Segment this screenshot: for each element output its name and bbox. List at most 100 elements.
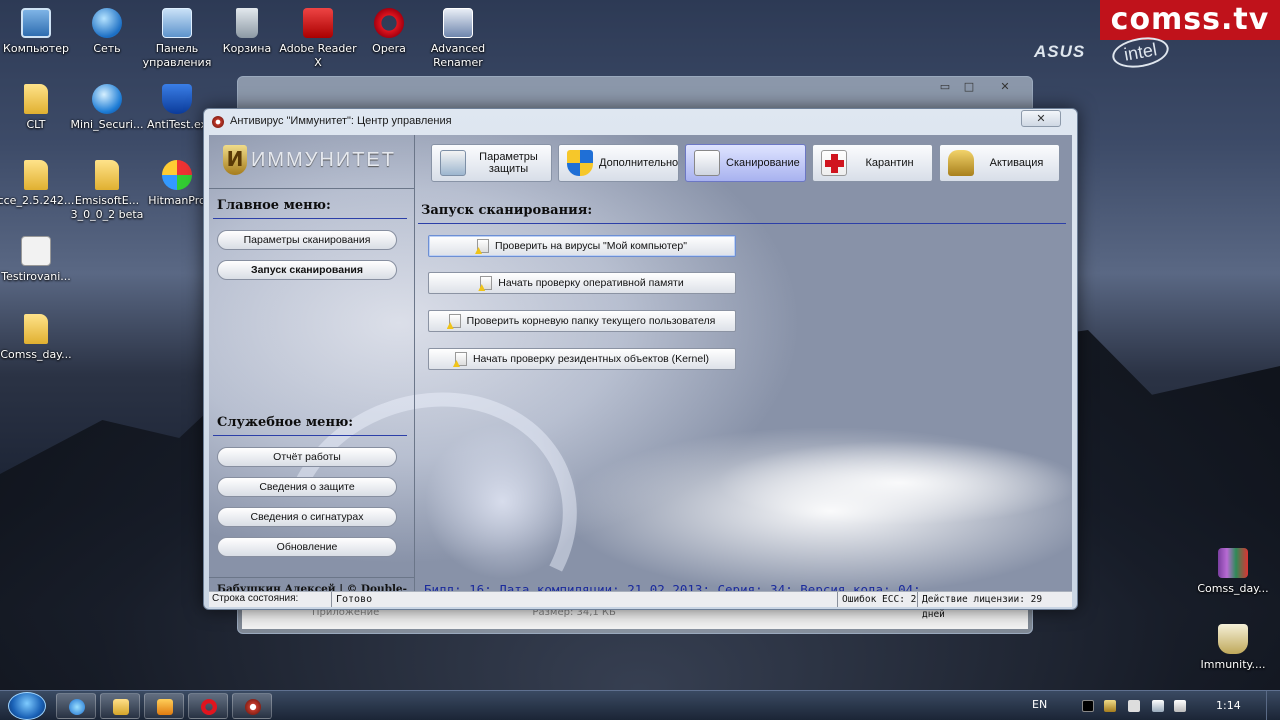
scan-icon <box>694 150 720 176</box>
scan-user-folder-button[interactable]: Проверить корневую папку текущего пользо… <box>428 310 736 332</box>
desktop-icon-clt[interactable]: CLT <box>0 84 76 132</box>
app-icon <box>212 116 224 128</box>
menu-item-scan-settings[interactable]: Параметры сканирования <box>217 230 397 250</box>
tab-activation[interactable]: Активация <box>939 144 1060 182</box>
show-desktop-button[interactable] <box>1266 691 1280 720</box>
ecc-errors: Ошибок ЕСС: 2 <box>837 592 920 607</box>
immunity-control-center-window[interactable]: Антивирус "Иммунитет": Центр управления … <box>203 108 1078 620</box>
shield-icon <box>162 84 192 114</box>
desktop-icon-recycle-bin[interactable]: Корзина <box>207 8 287 56</box>
menu-item-update[interactable]: Обновление <box>217 537 397 557</box>
media-player-icon <box>157 699 173 715</box>
status-bar: Строка состояния: Готово Ошибок ЕСС: 2 Д… <box>209 591 1072 620</box>
tray-black-square-icon[interactable] <box>1082 700 1094 712</box>
network-icon[interactable] <box>1152 700 1164 712</box>
clock[interactable]: 1:14 <box>1216 699 1241 712</box>
content-heading: Запуск сканирования: <box>421 203 593 218</box>
desktop-icon-label: Сеть <box>93 42 121 55</box>
desktop-icon-cce[interactable]: cce_2.5.242... <box>0 160 76 208</box>
folder-icon <box>24 160 48 190</box>
globe-icon <box>92 84 122 114</box>
minimize-button[interactable]: ▭ <box>932 79 958 95</box>
menu-item-start-scan[interactable]: Запуск сканирования <box>217 260 397 280</box>
desktop-icon-label: Opera <box>372 42 406 55</box>
scan-my-computer-button[interactable]: Проверить на вирусы "Мой компьютер" <box>428 235 736 257</box>
adobe-reader-icon <box>303 8 333 38</box>
control-panel-icon <box>162 8 192 38</box>
maximize-button[interactable]: □ <box>956 79 982 95</box>
tab-scanning[interactable]: Сканирование <box>685 144 806 182</box>
folder-icon <box>24 84 48 114</box>
windows-shield-icon <box>567 150 593 176</box>
start-button[interactable] <box>8 692 46 720</box>
service-menu-title: Служебное меню: <box>217 415 354 430</box>
sidebar: Главное меню: Параметры сканирования Зап… <box>209 189 415 605</box>
close-button[interactable]: ✕ <box>992 79 1018 95</box>
taskbar-internet-explorer[interactable] <box>56 693 96 719</box>
tab-label: Сканирование <box>726 157 800 169</box>
desktop-icon-immunity[interactable]: Immunity.... <box>1193 624 1273 672</box>
recycle-bin-icon <box>236 8 258 38</box>
desktop-icon-control-panel[interactable]: Панель управления <box>137 8 217 70</box>
desktop-icon-label: Корзина <box>222 42 272 55</box>
folder-icon <box>95 160 119 190</box>
desktop-icon-label: AntiTest.ex <box>146 118 208 131</box>
desktop-icon-opera[interactable]: Opera <box>349 8 429 56</box>
tab-protection-settings[interactable]: Параметры защиты <box>431 144 552 182</box>
internet-explorer-icon <box>69 699 85 715</box>
desktop-icon-advanced-renamer[interactable]: Advanced Renamer <box>418 8 498 70</box>
button-label: Проверить на вирусы "Мой компьютер" <box>495 240 687 252</box>
logo: И ИММУНИТЕТ <box>209 135 415 189</box>
taskbar-immunity[interactable] <box>232 693 272 719</box>
asus-logo: ASUS <box>1034 42 1086 61</box>
tab-quarantine[interactable]: Карантин <box>812 144 933 182</box>
document-icon <box>21 236 51 266</box>
desktop-icon-label: EmsisoftE... 3_0_0_2 beta <box>70 194 144 221</box>
button-label: Начать проверку оперативной памяти <box>498 277 684 289</box>
tab-label: Активация <box>989 157 1044 169</box>
desktop-icon-comss-day-archive[interactable]: Comss_day... <box>1193 548 1273 596</box>
scan-memory-button[interactable]: Начать проверку оперативной памяти <box>428 272 736 294</box>
license-remaining: Действие лицензии: 29 дней <box>917 592 1072 620</box>
desktop-icon-label: cce_2.5.242... <box>0 194 75 207</box>
main-menu-title: Главное меню: <box>217 198 331 213</box>
desktop-icon-computer[interactable]: Компьютер <box>0 8 76 56</box>
tray-flag-icon[interactable] <box>1128 700 1140 712</box>
explorer-folder-icon <box>113 699 129 715</box>
taskbar-opera[interactable] <box>188 693 228 719</box>
desktop-icon-adobe-reader[interactable]: Adobe Reader X <box>278 8 358 70</box>
menu-item-protection-info[interactable]: Сведения о защите <box>217 477 397 497</box>
status-value: Готово <box>331 592 831 607</box>
opera-icon <box>201 699 217 715</box>
title-bar[interactable]: Антивирус "Иммунитет": Центр управления … <box>204 109 1077 135</box>
desktop-icon-comss-day-folder[interactable]: Comss_day... <box>0 314 76 362</box>
scan-warning-icon <box>480 276 493 290</box>
desktop-icon-network[interactable]: Сеть <box>67 8 147 56</box>
main-content: Запуск сканирования: Проверить на вирусы… <box>416 189 1072 605</box>
desktop-icon-label: Advanced Renamer <box>430 42 486 69</box>
desktop-icon-label: Comss_day... <box>0 348 72 361</box>
desktop-icon-emsisoft[interactable]: EmsisoftE... 3_0_0_2 beta <box>67 160 147 222</box>
comss-watermark: comss.tv <box>1100 0 1280 40</box>
taskbar-explorer[interactable] <box>100 693 140 719</box>
immunity-icon <box>245 699 261 715</box>
volume-icon[interactable] <box>1174 700 1186 712</box>
divider <box>213 218 407 219</box>
menu-item-signature-info[interactable]: Сведения о сигнатурах <box>217 507 397 527</box>
desktop-icon-label: CLT <box>26 118 46 131</box>
taskbar-media-player[interactable] <box>144 693 184 719</box>
settings-icon <box>440 150 466 176</box>
quarantine-icon <box>821 150 847 176</box>
language-indicator[interactable]: EN <box>1032 698 1047 711</box>
tray-immunity-icon[interactable] <box>1104 700 1116 712</box>
close-button[interactable]: ✕ <box>1021 110 1061 127</box>
menu-item-work-report[interactable]: Отчёт работы <box>217 447 397 467</box>
tab-label: Карантин <box>865 157 914 169</box>
status-label: Строка состояния: <box>212 593 299 604</box>
desktop-icon-testirovanie[interactable]: Testirovani... <box>0 236 76 284</box>
tab-additional[interactable]: Дополнительно <box>558 144 679 182</box>
desktop-icon-mini-security[interactable]: Mini_Securi... <box>67 84 147 132</box>
tab-label: Дополнительно <box>599 157 679 169</box>
scan-kernel-button[interactable]: Начать проверку резидентных объектов (Ke… <box>428 348 736 370</box>
opera-icon <box>374 8 404 38</box>
